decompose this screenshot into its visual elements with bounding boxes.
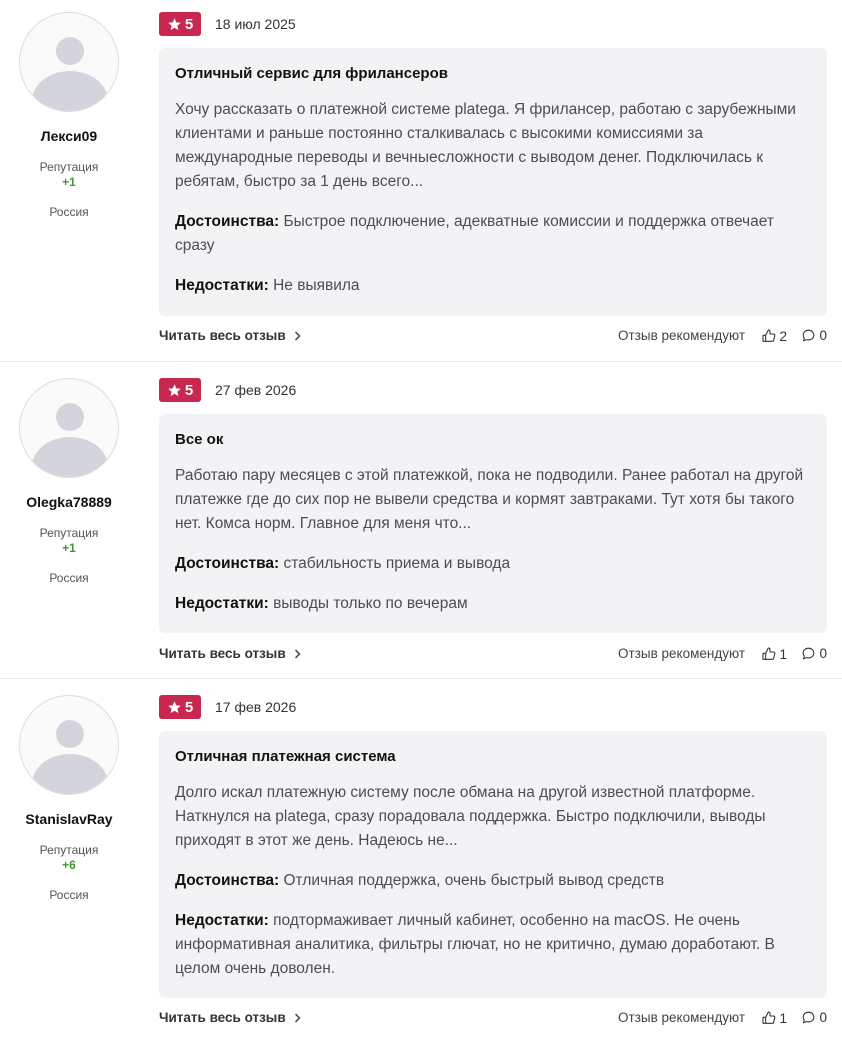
author-name[interactable]: Лекси09: [0, 128, 138, 144]
read-more-link[interactable]: Читать весь отзыв: [159, 646, 301, 661]
review-body: Долго искал платежную систему после обма…: [175, 784, 766, 849]
comment-icon: [803, 1011, 815, 1024]
pros-text: Отличная поддержка, очень быстрый вывод …: [283, 872, 665, 889]
reputation-value: +1: [62, 541, 76, 555]
review-date: 17 фев 2026: [215, 699, 297, 715]
review-item: Olegka78889 Репутация +1 Россия 5 27 фев…: [0, 362, 842, 678]
comments-button[interactable]: 0: [801, 1010, 827, 1025]
like-button[interactable]: 1: [761, 1010, 787, 1026]
comment-icon: [803, 647, 815, 660]
read-more-label: Читать весь отзыв: [159, 328, 286, 343]
author-name[interactable]: Olegka78889: [0, 494, 138, 510]
review-author: Лекси09 Репутация +1 Россия: [0, 12, 138, 219]
star-icon: [168, 700, 181, 713]
review-item: StanislavRay Репутация +6 Россия 5 17 фе…: [0, 679, 842, 1042]
review-cons: Недостатки: выводы только по вечерам: [175, 592, 811, 616]
reputation-value: +1: [62, 175, 76, 189]
like-button[interactable]: 1: [761, 646, 787, 662]
review-footer: Читать весь отзыв Отзыв рекомендуют 1 0: [159, 646, 827, 666]
cons-text: выводы только по вечерам: [273, 595, 468, 612]
user-placeholder-icon: [32, 720, 108, 794]
comments-button[interactable]: 0: [801, 328, 827, 343]
pros-label: Достоинства:: [175, 555, 280, 572]
reputation-label: Репутация: [39, 160, 99, 174]
user-placeholder-icon: [32, 37, 108, 111]
chevron-right-icon: [294, 330, 301, 341]
pros-text: стабильность приема и вывода: [283, 555, 511, 572]
read-more-label: Читать весь отзыв: [159, 646, 286, 661]
star-icon: [168, 17, 181, 30]
pros-label: Достоинства:: [175, 213, 280, 230]
read-more-label: Читать весь отзыв: [159, 1010, 286, 1025]
rating-value: 5: [184, 15, 194, 33]
review-pros: Достоинства: стабильность приема и вывод…: [175, 552, 811, 576]
review-card: Все ок Работаю пару месяцев с этой плате…: [159, 414, 827, 633]
review-date: 27 фев 2026: [215, 382, 297, 398]
review-footer: Читать весь отзыв Отзыв рекомендуют 1 0: [159, 1010, 827, 1030]
review-item: Лекси09 Репутация +1 Россия 5 18 июл 202…: [0, 0, 842, 361]
rating-badge: 5: [159, 378, 201, 402]
review-cons: Недостатки: Не выявила: [175, 274, 811, 298]
comments-count: 0: [819, 328, 827, 343]
review-card: Отличная платежная система Долго искал п…: [159, 731, 827, 998]
likes-count: 1: [779, 1010, 787, 1026]
recommend-label: Отзыв рекомендуют: [618, 328, 745, 343]
thumbs-up-icon: [762, 329, 776, 342]
rating-value: 5: [184, 698, 194, 716]
rating-badge: 5: [159, 695, 201, 719]
read-more-link[interactable]: Читать весь отзыв: [159, 328, 301, 343]
review-body: Работаю пару месяцев с этой платежкой, п…: [175, 467, 804, 532]
author-country: Россия: [49, 571, 89, 585]
recommend-label: Отзыв рекомендуют: [618, 1010, 745, 1025]
author-country: Россия: [49, 205, 89, 219]
comment-icon: [803, 329, 815, 342]
comments-count: 0: [819, 646, 827, 661]
thumbs-up-icon: [762, 647, 776, 660]
avatar[interactable]: [19, 695, 119, 795]
review-pros: Достоинства: Отличная поддержка, очень б…: [175, 869, 811, 893]
avatar[interactable]: [19, 378, 119, 478]
review-title[interactable]: Все ок: [175, 430, 811, 450]
review-pros: Достоинства: Быстрое подключение, адеква…: [175, 210, 811, 258]
read-more-link[interactable]: Читать весь отзыв: [159, 1010, 301, 1025]
comments-button[interactable]: 0: [801, 646, 827, 661]
cons-label: Недостатки:: [175, 595, 269, 612]
avatar[interactable]: [19, 12, 119, 112]
review-author: StanislavRay Репутация +6 Россия: [0, 695, 138, 902]
like-button[interactable]: 2: [761, 328, 787, 344]
user-placeholder-icon: [32, 403, 108, 477]
likes-count: 2: [779, 328, 787, 344]
pros-label: Достоинства:: [175, 872, 280, 889]
comments-count: 0: [819, 1010, 827, 1025]
review-body: Хочу рассказать о платежной системе plat…: [175, 101, 796, 190]
review-cons: Недостатки: подтормаживает личный кабине…: [175, 909, 811, 981]
reputation-label: Репутация: [39, 526, 99, 540]
cons-label: Недостатки:: [175, 277, 269, 294]
thumbs-up-icon: [762, 1011, 776, 1024]
review-date: 18 июл 2025: [215, 16, 296, 32]
cons-text: Не выявила: [273, 277, 360, 294]
cons-label: Недостатки:: [175, 912, 269, 929]
recommend-label: Отзыв рекомендуют: [618, 646, 745, 661]
review-title[interactable]: Отличный сервис для фрилансеров: [175, 64, 811, 84]
rating-badge: 5: [159, 12, 201, 36]
likes-count: 1: [779, 646, 787, 662]
author-country: Россия: [49, 888, 89, 902]
chevron-right-icon: [294, 648, 301, 659]
reputation-value: +6: [62, 858, 76, 872]
review-title[interactable]: Отличная платежная система: [175, 747, 811, 767]
review-footer: Читать весь отзыв Отзыв рекомендуют 2 0: [159, 328, 827, 348]
author-name[interactable]: StanislavRay: [0, 811, 138, 827]
review-author: Olegka78889 Репутация +1 Россия: [0, 378, 138, 585]
chevron-right-icon: [294, 1012, 301, 1023]
rating-value: 5: [184, 381, 194, 399]
review-card: Отличный сервис для фрилансеров Хочу рас…: [159, 48, 827, 316]
reputation-label: Репутация: [39, 843, 99, 857]
star-icon: [168, 383, 181, 396]
